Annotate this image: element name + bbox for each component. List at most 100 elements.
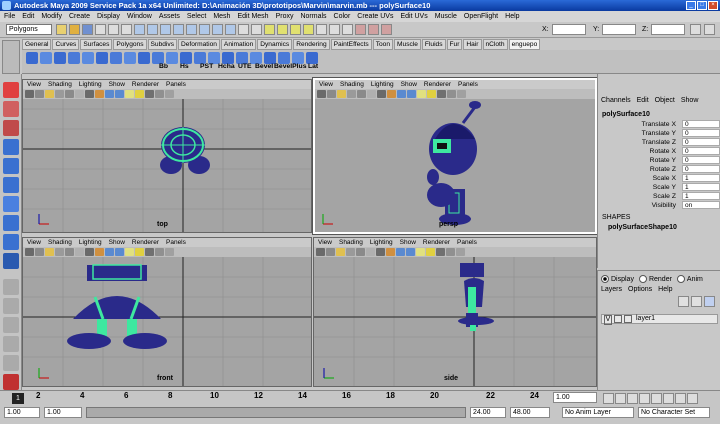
- textures-icon[interactable]: [125, 90, 134, 98]
- layer-menu-options[interactable]: Options: [628, 285, 652, 295]
- wire-on-shaded-icon[interactable]: [406, 248, 415, 256]
- shelf-extrude-icon[interactable]: [138, 52, 150, 64]
- step-back-key-icon[interactable]: [615, 393, 626, 404]
- camera-icon[interactable]: [316, 248, 325, 256]
- shelf-tab-ncloth[interactable]: nCloth: [482, 39, 508, 50]
- radio-display-icon[interactable]: [601, 275, 609, 284]
- grid-icon[interactable]: [356, 248, 365, 256]
- radio-render-icon[interactable]: [638, 275, 647, 284]
- layout-single-icon[interactable]: [3, 279, 19, 295]
- menu-file[interactable]: File: [4, 11, 15, 22]
- open-scene-icon[interactable]: [69, 24, 80, 35]
- select-deform-icon[interactable]: [186, 24, 197, 35]
- shelf-tab-curves[interactable]: Curves: [52, 39, 80, 50]
- time-slider[interactable]: 1 2 4 6 8 10 12 14 16 18 20 22 24 1.00: [0, 390, 720, 404]
- close-button[interactable]: ×: [708, 1, 718, 10]
- shelf-tab-fluids[interactable]: Fluids: [421, 39, 446, 50]
- shadows-icon[interactable]: [145, 248, 154, 256]
- image-plane-icon[interactable]: [347, 90, 356, 98]
- bookmark-icon[interactable]: [45, 248, 54, 256]
- shadows-icon[interactable]: [436, 248, 445, 256]
- channel-value-field[interactable]: 0: [682, 120, 720, 128]
- channel-value-field[interactable]: 0: [682, 138, 720, 146]
- camera-attr-icon[interactable]: [326, 248, 335, 256]
- universal-manipulator-icon[interactable]: [3, 196, 19, 212]
- shelf-tab-subdivs[interactable]: Subdivs: [147, 39, 177, 50]
- step-back-frame-icon[interactable]: [627, 393, 638, 404]
- isolate-icon[interactable]: [456, 248, 465, 256]
- vp-menu-shading[interactable]: Shading: [48, 80, 72, 89]
- select-render-icon[interactable]: [212, 24, 223, 35]
- shelf-tab-polygons[interactable]: Polygons: [113, 39, 147, 50]
- resolution-gate-icon[interactable]: [85, 90, 94, 98]
- wire-on-shaded-icon[interactable]: [407, 90, 416, 98]
- shelf-menu-button[interactable]: [2, 40, 20, 74]
- new-layer-selected-icon[interactable]: [691, 296, 702, 307]
- camera-attr-icon[interactable]: [35, 248, 44, 256]
- vp-menu-show[interactable]: Show: [109, 238, 125, 247]
- shelf-tab-animation[interactable]: Animation: [220, 39, 257, 50]
- channel-row[interactable]: Translate X 0: [598, 120, 720, 129]
- playback-end-field[interactable]: 24.00: [470, 407, 506, 418]
- step-forward-frame-icon[interactable]: [663, 393, 674, 404]
- viewport-front[interactable]: View Shading Lighting Show Renderer Pane…: [22, 237, 312, 387]
- image-plane-icon[interactable]: [346, 248, 355, 256]
- smooth-shade-icon[interactable]: [397, 90, 406, 98]
- grid-icon[interactable]: [65, 90, 74, 98]
- film-gate-icon[interactable]: [75, 248, 84, 256]
- smooth-shade-icon[interactable]: [396, 248, 405, 256]
- shelf-tab-surfaces[interactable]: Surfaces: [80, 39, 113, 50]
- range-slider-bar[interactable]: [86, 407, 466, 418]
- channel-value-field[interactable]: 0: [682, 165, 720, 173]
- go-to-start-icon[interactable]: [603, 393, 614, 404]
- shadows-icon[interactable]: [437, 90, 446, 98]
- shelf-label-bevelplus[interactable]: BevelPlus: [274, 63, 307, 70]
- layout-four-icon[interactable]: [3, 298, 19, 314]
- textures-icon[interactable]: [125, 248, 134, 256]
- go-to-end-icon[interactable]: [687, 393, 698, 404]
- channel-value-field[interactable]: 1: [682, 174, 720, 182]
- select-curve-icon[interactable]: [160, 24, 171, 35]
- select-misc-icon[interactable]: [225, 24, 236, 35]
- layout-outliner-icon[interactable]: [3, 336, 19, 352]
- bookmark-icon[interactable]: [336, 248, 345, 256]
- render-settings-icon[interactable]: [381, 24, 392, 35]
- y-field[interactable]: [602, 24, 636, 35]
- viewport-front-canvas[interactable]: front: [23, 257, 311, 386]
- shelf-label-lat[interactable]: Lat: [308, 63, 318, 70]
- menu-modify[interactable]: Modify: [41, 11, 62, 22]
- select-dynamic-icon[interactable]: [199, 24, 210, 35]
- camera-icon[interactable]: [317, 90, 326, 98]
- vp-menu-shading[interactable]: Shading: [339, 238, 363, 247]
- isolate-icon[interactable]: [165, 90, 174, 98]
- soft-mod-tool-icon[interactable]: [3, 215, 19, 231]
- attribute-editor-toggle-icon[interactable]: [704, 24, 715, 35]
- animation-end-field[interactable]: 48.00: [510, 407, 550, 418]
- select-object-icon[interactable]: [108, 24, 119, 35]
- film-gate-icon[interactable]: [75, 90, 84, 98]
- layer-tab-display[interactable]: Display: [601, 275, 634, 285]
- vp-menu-view[interactable]: View: [319, 80, 333, 89]
- viewport-persp[interactable]: View Shading Lighting Show Renderer Pane…: [312, 77, 598, 235]
- menu-proxy[interactable]: Proxy: [276, 11, 294, 22]
- bookmark-icon[interactable]: [45, 90, 54, 98]
- resolution-gate-icon[interactable]: [376, 248, 385, 256]
- lights-icon[interactable]: [427, 90, 436, 98]
- menu-color[interactable]: Color: [334, 11, 351, 22]
- select-component-icon[interactable]: [121, 24, 132, 35]
- channel-box-toggle-icon[interactable]: [690, 24, 701, 35]
- channel-row[interactable]: Visibility on: [598, 201, 720, 210]
- lights-icon[interactable]: [135, 248, 144, 256]
- shape-node-name[interactable]: polySurfaceShape10: [598, 223, 720, 233]
- vp-menu-show[interactable]: Show: [109, 80, 125, 89]
- playback-start-field[interactable]: 1.00: [44, 407, 82, 418]
- shelf-tab-dynamics[interactable]: Dynamics: [257, 39, 293, 50]
- vp-menu-lighting[interactable]: Lighting: [370, 238, 393, 247]
- last-tool-icon[interactable]: [3, 253, 19, 269]
- wireframe-icon[interactable]: [387, 90, 396, 98]
- layer-display-type-toggle[interactable]: [614, 315, 622, 323]
- resolution-gate-icon[interactable]: [377, 90, 386, 98]
- select-handle-icon[interactable]: [134, 24, 145, 35]
- layer-options-icon[interactable]: [704, 296, 715, 307]
- shelf-label-pst[interactable]: PST: [200, 63, 213, 70]
